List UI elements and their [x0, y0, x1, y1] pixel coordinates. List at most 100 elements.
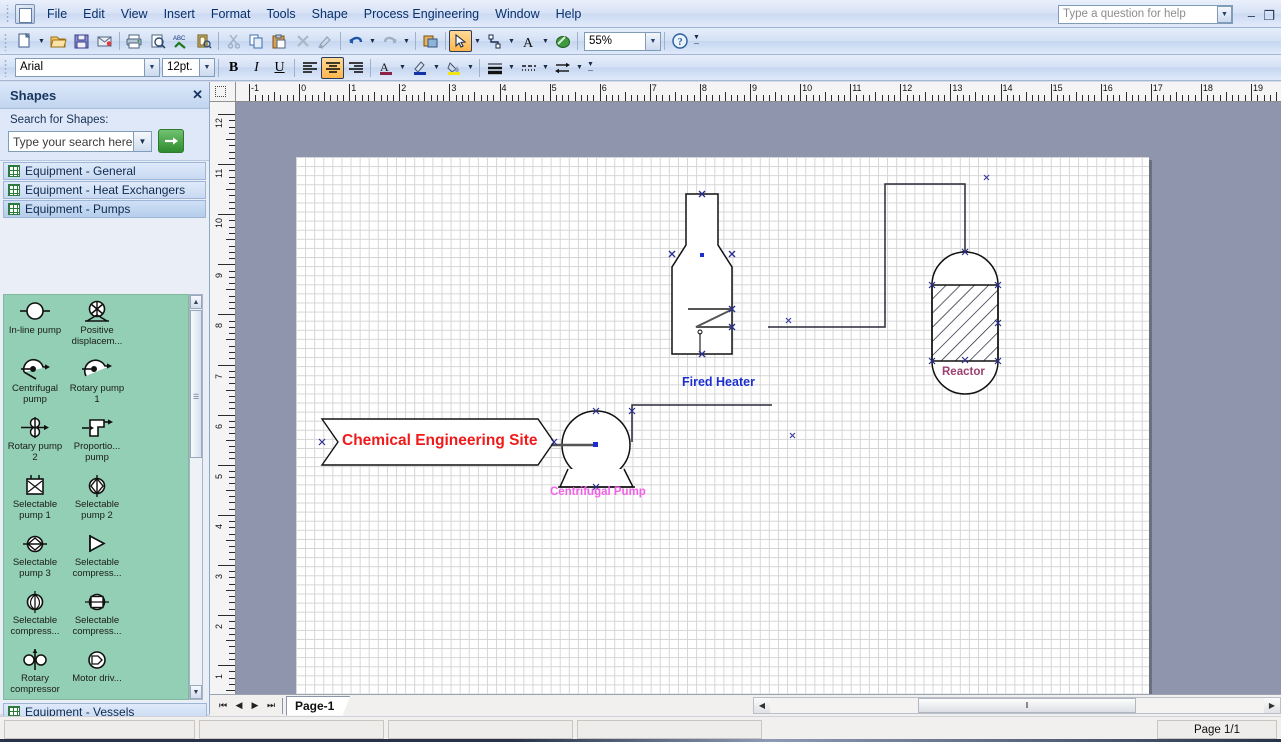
minimize-button[interactable]: – — [1248, 8, 1255, 23]
previous-page-icon[interactable]: ◀ — [231, 697, 247, 715]
shape-item-selectable-pump-2[interactable]: Selectable pump 2 — [66, 473, 128, 531]
align-center-icon[interactable] — [321, 56, 344, 79]
standard-toolbar-grip[interactable] — [3, 31, 10, 51]
last-page-icon[interactable]: ⏭ — [263, 697, 279, 715]
fill-color-icon[interactable] — [442, 57, 465, 79]
page-tab-page-1[interactable]: Page-1 — [286, 695, 351, 716]
menu-item-file[interactable]: File — [39, 2, 75, 26]
research-icon[interactable] — [192, 30, 215, 52]
formatting-toolbar-grip[interactable] — [3, 58, 10, 77]
close-icon[interactable]: ✕ — [192, 87, 203, 103]
drawing-page[interactable]: Fired Heater Reactor Centrifugal Pump Ch… — [296, 157, 1149, 694]
shape-item-selectable-compressor-1[interactable]: Selectable compress... — [66, 531, 128, 589]
stencil-item-equipment-general[interactable]: Equipment - General — [3, 162, 206, 180]
print-icon[interactable] — [123, 30, 146, 52]
shape-item-proportioning-pump[interactable]: Proportio... pump — [66, 415, 128, 473]
menu-item-tools[interactable]: Tools — [258, 2, 303, 26]
text-tool-icon[interactable]: A — [517, 30, 540, 52]
font-name-input[interactable]: Arial — [15, 58, 145, 77]
menu-item-shape[interactable]: Shape — [304, 2, 356, 26]
align-left-icon[interactable] — [298, 57, 321, 79]
vertical-ruler[interactable]: 12 11 10 9 8 7 6 5 4 3 2 1 — [210, 102, 236, 694]
text-color-icon[interactable]: A — [374, 57, 397, 79]
menu-bar-grip[interactable] — [4, 4, 13, 23]
stencil-scrollbar-thumb[interactable] — [190, 310, 202, 458]
line-weight-icon[interactable] — [483, 57, 506, 79]
toolbar-overflow-icon[interactable]: ▼ ─ — [691, 30, 702, 52]
line-weight-dropdown-icon[interactable]: ▼ — [506, 57, 517, 79]
title-banner-label[interactable]: Chemical Engineering Site — [342, 432, 538, 450]
stencil-scrollbar[interactable]: ▲ ☰ ▼ — [189, 294, 203, 700]
horizontal-scrollbar-thumb[interactable]: ‖ — [918, 698, 1136, 713]
font-name-dropdown-icon[interactable]: ▼ — [145, 58, 160, 77]
copy-icon[interactable] — [245, 30, 268, 52]
reactor-label[interactable]: Reactor — [942, 366, 985, 378]
line-pattern-dropdown-icon[interactable]: ▼ — [540, 57, 551, 79]
menu-item-view[interactable]: View — [113, 2, 156, 26]
spelling-icon[interactable]: ABC — [169, 30, 192, 52]
font-size-input[interactable]: 12pt. — [162, 58, 200, 77]
email-icon[interactable] — [93, 30, 116, 52]
menu-item-process-engineering[interactable]: Process Engineering — [356, 2, 487, 26]
zoom-dropdown-icon[interactable]: ▼ — [646, 31, 661, 51]
redo-dropdown-icon[interactable]: ▼ — [401, 30, 412, 52]
line-color-icon[interactable] — [408, 57, 431, 79]
horizontal-scrollbar-track[interactable]: ‖ — [770, 698, 1264, 713]
shape-item-selectable-pump-3[interactable]: Selectable pump 3 — [4, 531, 66, 589]
shape-item-rotary-compressor[interactable]: Rotary compressor — [4, 647, 66, 699]
chevron-up-icon[interactable]: ▲ — [190, 295, 202, 309]
drawing-canvas[interactable]: Fired Heater Reactor Centrifugal Pump Ch… — [236, 102, 1281, 694]
save-icon[interactable] — [70, 30, 93, 52]
scroll-right-icon[interactable]: ▶ — [1264, 698, 1280, 713]
ruler-corner[interactable] — [210, 82, 236, 102]
line-ends-dropdown-icon[interactable]: ▼ — [574, 57, 585, 79]
shape-item-positive-displacement-pump[interactable]: Positive displacem... — [66, 299, 128, 357]
shapes-window-icon[interactable] — [419, 30, 442, 52]
fill-color-dropdown-icon[interactable]: ▼ — [465, 57, 476, 79]
pointer-tool-icon[interactable] — [449, 30, 472, 52]
fill-tool-icon[interactable] — [551, 30, 574, 52]
bold-button[interactable]: B — [222, 57, 245, 79]
shape-item-rotary-pump-2[interactable]: Rotary pump 2 — [4, 415, 66, 473]
shape-item-selectable-compressor-2[interactable]: Selectable compress... — [4, 589, 66, 647]
chevron-down-icon[interactable]: ▼ — [190, 685, 202, 699]
scroll-left-icon[interactable]: ◀ — [754, 698, 770, 713]
shape-item-selectable-compressor-3[interactable]: Selectable compress... — [66, 589, 128, 647]
fired-heater-label[interactable]: Fired Heater — [682, 375, 755, 389]
undo-dropdown-icon[interactable]: ▼ — [367, 30, 378, 52]
align-right-icon[interactable] — [344, 57, 367, 79]
formatting-toolbar-overflow-icon[interactable]: ▼ ─ — [585, 57, 596, 79]
line-pattern-icon[interactable] — [517, 57, 540, 79]
cut-icon[interactable] — [222, 30, 245, 52]
underline-button[interactable]: U — [268, 57, 291, 79]
connector-tool-dropdown-icon[interactable]: ▼ — [506, 30, 517, 52]
next-page-icon[interactable]: ▶ — [247, 697, 263, 715]
first-page-icon[interactable]: ⏮ — [215, 697, 231, 715]
italic-button[interactable]: I — [245, 57, 268, 79]
menu-item-format[interactable]: Format — [203, 2, 259, 26]
font-size-dropdown-icon[interactable]: ▼ — [200, 58, 215, 77]
text-tool-dropdown-icon[interactable]: ▼ — [540, 30, 551, 52]
search-input[interactable]: Type your search here — [8, 130, 134, 152]
search-dropdown-icon[interactable]: ▼ — [134, 130, 152, 152]
delete-icon[interactable] — [291, 30, 314, 52]
line-color-dropdown-icon[interactable]: ▼ — [431, 57, 442, 79]
new-document-dropdown-icon[interactable]: ▼ — [36, 30, 47, 52]
shape-item-selectable-pump-1[interactable]: Selectable pump 1 — [4, 473, 66, 531]
horizontal-scrollbar[interactable]: ◀ ‖ ▶ — [753, 697, 1281, 714]
new-document-icon[interactable] — [13, 30, 36, 52]
menu-item-edit[interactable]: Edit — [75, 2, 113, 26]
line-ends-icon[interactable] — [551, 57, 574, 79]
stencil-item-equipment-heat-exchangers[interactable]: Equipment - Heat Exchangers — [3, 181, 206, 199]
text-color-dropdown-icon[interactable]: ▼ — [397, 57, 408, 79]
shape-item-centrifugal-pump[interactable]: Centrifugal pump — [4, 357, 66, 415]
menu-item-window[interactable]: Window — [487, 2, 547, 26]
undo-icon[interactable] — [344, 30, 367, 52]
horizontal-ruler[interactable]: -1 0 1 2 3 4 5 6 7 8 9 10 11 12 13 14 15 16 17 18 19 — [236, 82, 1281, 102]
zoom-value[interactable]: 55% — [584, 31, 646, 51]
help-dropdown-arrow-icon[interactable]: ▼ — [1217, 6, 1232, 23]
pointer-tool-dropdown-icon[interactable]: ▼ — [472, 30, 483, 52]
shape-item-in-line-pump[interactable]: In-line pump — [4, 299, 66, 357]
format-painter-icon[interactable] — [314, 30, 337, 52]
shape-item-motor-driven[interactable]: Motor driv... — [66, 647, 128, 699]
